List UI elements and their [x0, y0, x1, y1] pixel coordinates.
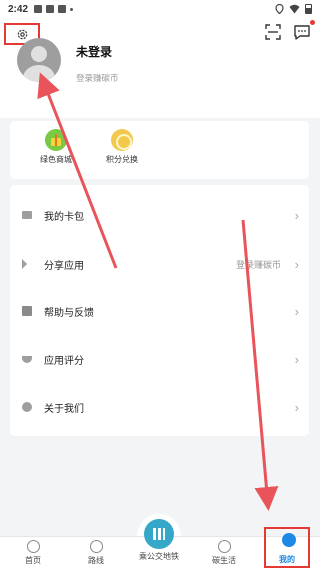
- chevron-right-icon: ›: [294, 256, 299, 272]
- menu-item-label: 我的卡包: [44, 211, 84, 223]
- tab-transit[interactable]: 乘公交地铁: [134, 551, 184, 562]
- tab-label: 首页: [25, 556, 41, 565]
- menu-item-rate[interactable]: 应用评分 ›: [10, 341, 309, 377]
- location-icon: [275, 4, 284, 14]
- chevron-right-icon: ›: [294, 399, 299, 415]
- rate-icon: [22, 355, 32, 363]
- messages-button[interactable]: [292, 20, 315, 42]
- tab-label: 碳生活: [212, 556, 236, 565]
- chevron-right-icon: ›: [294, 207, 299, 223]
- quick-action-label: 积分兑换: [106, 155, 138, 164]
- chevron-right-icon: ›: [294, 303, 299, 319]
- tab-home[interactable]: 首页: [8, 540, 58, 566]
- user-icon: [282, 533, 296, 547]
- tab-label: 乘公交地铁: [139, 552, 179, 561]
- notification-icon: [34, 5, 43, 13]
- unread-dot: [310, 20, 315, 25]
- battery-icon: [305, 4, 312, 14]
- quick-actions-card: 绿色商城 积分兑换: [10, 121, 309, 179]
- status-bar: 2:42: [0, 0, 320, 18]
- avatar-body: [23, 65, 55, 82]
- scan-button[interactable]: [263, 22, 283, 42]
- quick-action-label: 绿色商城: [40, 155, 72, 164]
- info-icon: [22, 402, 32, 412]
- gear-icon: [17, 29, 27, 39]
- route-icon: [89, 540, 103, 553]
- coin-icon: [111, 129, 133, 151]
- quick-action-green-mall[interactable]: 绿色商城: [26, 129, 86, 165]
- transit-qr-button[interactable]: [144, 519, 174, 549]
- scan-icon: [265, 24, 281, 40]
- login-hint[interactable]: 登录赚碳币: [76, 72, 119, 84]
- location-pin-icon: [26, 540, 40, 553]
- wifi-icon: [289, 4, 300, 14]
- wallet-icon: [22, 211, 32, 219]
- menu-item-share[interactable]: 分享应用 登录赚碳币 ›: [10, 246, 309, 282]
- menu-item-label: 关于我们: [44, 403, 84, 415]
- notification-icon: [58, 5, 67, 13]
- avatar-head: [31, 46, 47, 62]
- status-time: 2:42: [8, 3, 29, 15]
- tab-route[interactable]: 路线: [71, 540, 121, 566]
- share-icon: [22, 259, 27, 269]
- more-notifications-icon: [70, 7, 74, 11]
- tab-label: 路线: [88, 556, 104, 565]
- menu-item-hint: 登录赚碳币: [235, 259, 281, 270]
- chevron-right-icon: ›: [294, 351, 299, 367]
- profile-header: 未登录 登录赚碳币: [0, 18, 320, 118]
- tab-label: 我的: [279, 555, 295, 564]
- gift-icon: [45, 129, 67, 151]
- menu-item-about[interactable]: 关于我们 ›: [10, 389, 309, 425]
- qr-code-icon: [153, 528, 165, 540]
- tab-carbon-life[interactable]: 碳生活: [199, 540, 249, 566]
- menu-item-label: 分享应用: [44, 260, 84, 272]
- help-icon: [22, 306, 32, 316]
- quick-action-points-exchange[interactable]: 积分兑换: [92, 129, 152, 165]
- user-name[interactable]: 未登录: [76, 43, 112, 60]
- notification-icon: [46, 5, 55, 13]
- menu-item-wallet[interactable]: 我的卡包 ›: [10, 197, 309, 233]
- menu-item-label: 应用评分: [44, 355, 84, 367]
- menu-item-help[interactable]: 帮助与反馈 ›: [10, 293, 309, 329]
- tab-mine[interactable]: 我的: [264, 527, 310, 568]
- avatar[interactable]: [17, 38, 61, 82]
- message-icon: [294, 25, 310, 40]
- menu-item-label: 帮助与反馈: [44, 307, 94, 319]
- menu-card: 我的卡包 › 分享应用 登录赚碳币 › 帮助与反馈 › 应用评分 › 关于我们 …: [10, 185, 309, 436]
- smile-icon: [217, 540, 231, 553]
